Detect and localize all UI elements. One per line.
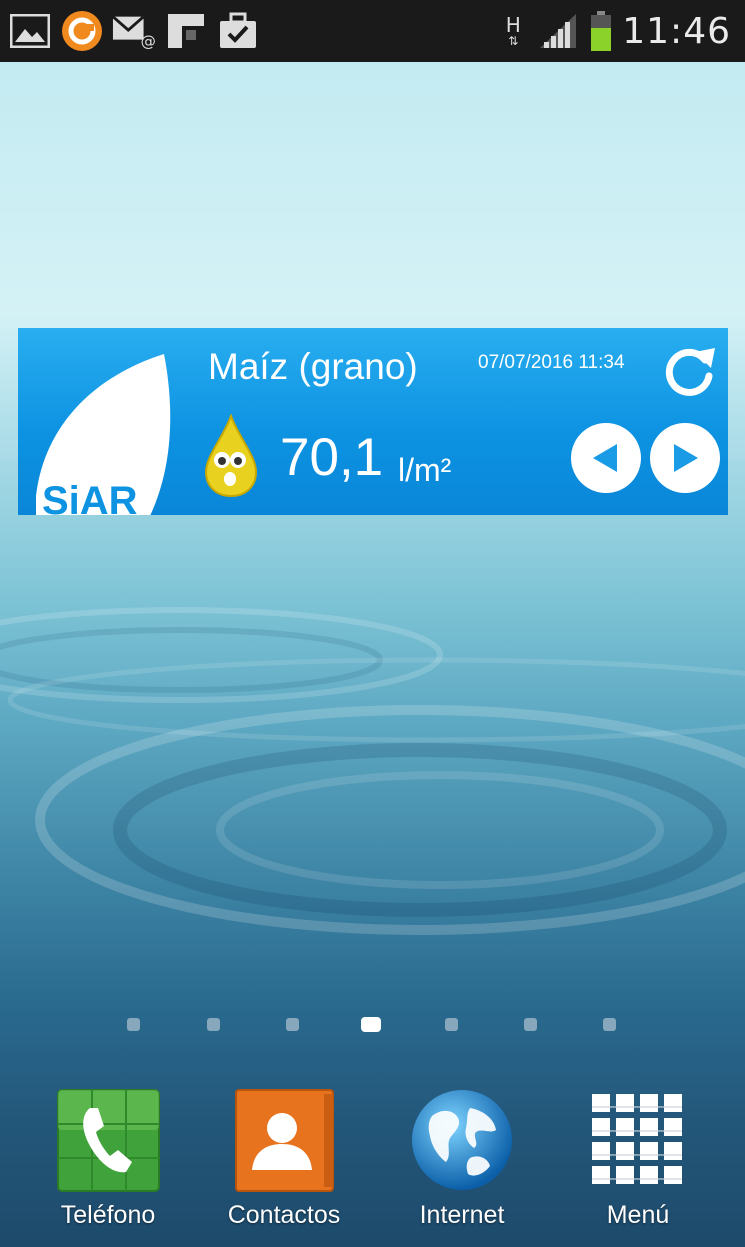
page-dot[interactable] — [524, 1018, 537, 1031]
gallery-icon — [8, 11, 52, 51]
rainfall-value: 70,1 — [280, 428, 384, 487]
home-page-indicator — [0, 1015, 745, 1037]
network-type-label: H — [505, 13, 521, 37]
dock-label-menu: Menú — [606, 1201, 670, 1229]
page-dot[interactable] — [207, 1018, 220, 1031]
previous-button[interactable] — [571, 423, 641, 493]
status-bar: @ H ⇅ 11:46 — [0, 0, 745, 62]
wallpaper-ripples — [0, 440, 745, 935]
mail-icon: @ — [112, 11, 156, 51]
contacts-icon — [232, 1088, 337, 1193]
signal-icon — [536, 11, 580, 51]
app-grid-icon — [586, 1088, 691, 1193]
briefcase-icon — [216, 11, 260, 51]
phone-icon — [56, 1088, 161, 1193]
page-dot[interactable] — [127, 1018, 140, 1031]
svg-text:SiAR: SiAR — [42, 479, 138, 515]
squares-icon — [164, 11, 208, 51]
dock-contacts[interactable]: Contactos — [209, 1088, 359, 1230]
refresh-icon[interactable] — [661, 342, 719, 400]
crop-name: Maíz (grano) — [208, 346, 418, 387]
globe-icon — [410, 1088, 515, 1193]
dock-internet[interactable]: Internet — [387, 1088, 537, 1230]
chevron-right-icon — [674, 444, 698, 472]
dock-phone[interactable]: Teléfono — [33, 1088, 183, 1230]
page-dot-active[interactable] — [361, 1017, 381, 1032]
page-dot[interactable] — [445, 1018, 458, 1031]
page-dot[interactable] — [286, 1018, 299, 1031]
chevron-left-icon — [593, 444, 617, 472]
battery-icon — [588, 11, 614, 51]
dock-label-internet: Internet — [419, 1201, 505, 1229]
water-drop-icon — [202, 412, 260, 498]
page-dot[interactable] — [603, 1018, 616, 1031]
dock-label-contacts: Contactos — [227, 1201, 341, 1229]
status-clock: 11:46 — [622, 10, 731, 52]
rainfall-unit: l/m² — [398, 452, 452, 488]
network-type-icon: H ⇅ — [505, 13, 521, 48]
siar-widget[interactable]: SiAR Maíz (grano) 07/07/2016 11:34 70,1 … — [18, 328, 728, 515]
dock-menu[interactable]: Menú — [563, 1088, 713, 1230]
update-date: 07/07/2016 11:34 — [478, 352, 625, 373]
siar-logo: SiAR — [36, 354, 171, 515]
app-circle-icon — [60, 11, 104, 51]
next-button[interactable] — [650, 423, 720, 493]
svg-text:@: @ — [141, 32, 156, 49]
dock-label-phone: Teléfono — [60, 1201, 156, 1229]
